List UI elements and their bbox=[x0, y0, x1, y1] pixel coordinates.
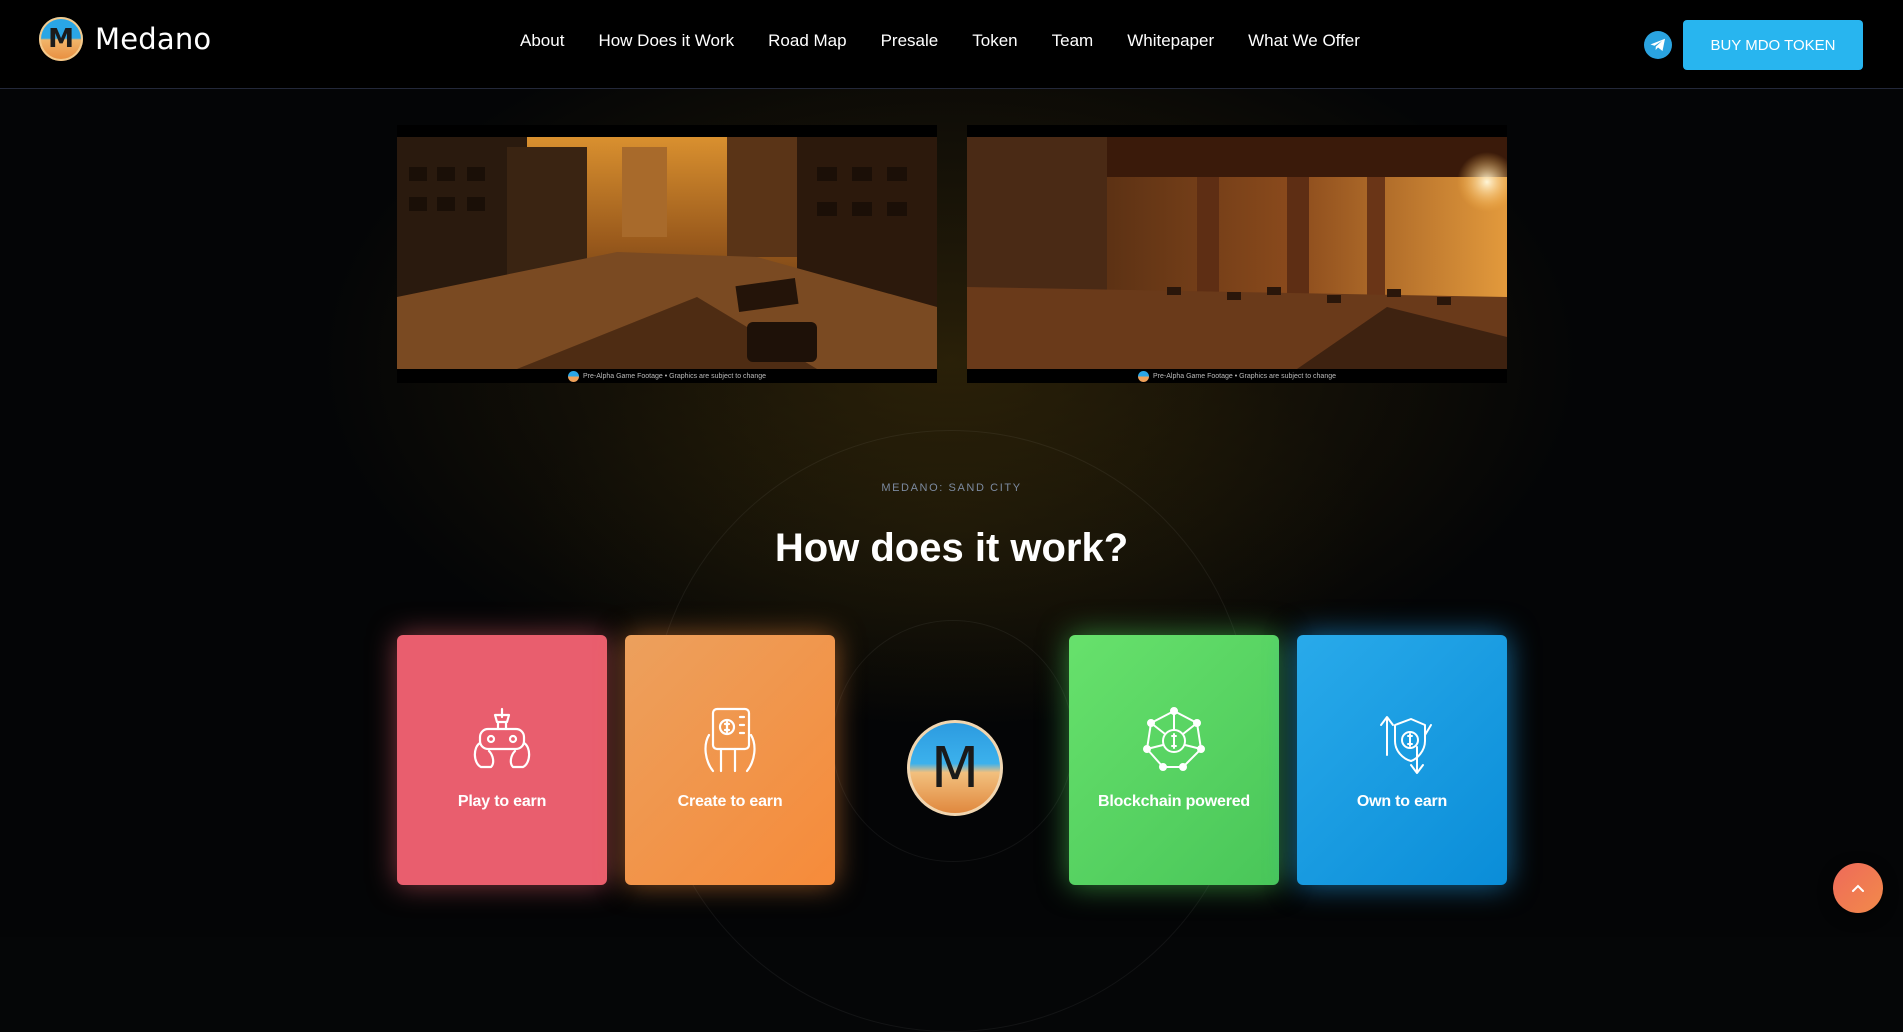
card-own-to-earn[interactable]: Own to earn bbox=[1297, 635, 1507, 885]
card-play-to-earn[interactable]: Play to earn bbox=[397, 635, 607, 885]
nav-about[interactable]: About bbox=[520, 31, 564, 51]
medano-logo: M bbox=[39, 17, 83, 61]
telegram-icon[interactable] bbox=[1644, 31, 1672, 59]
card-blockchain-powered[interactable]: Blockchain powered bbox=[1069, 635, 1279, 885]
card-label: Own to earn bbox=[1356, 793, 1448, 810]
nav-what-we-offer[interactable]: What We Offer bbox=[1248, 31, 1360, 51]
nav-how-does-it-work[interactable]: How Does it Work bbox=[598, 31, 734, 51]
game-controller-icon bbox=[473, 707, 531, 769]
nav-road-map[interactable]: Road Map bbox=[768, 31, 846, 51]
card-label: Play to earn bbox=[457, 793, 547, 810]
nav-presale[interactable]: Presale bbox=[881, 31, 939, 51]
main-nav: About How Does it Work Road Map Presale … bbox=[520, 31, 1394, 51]
game-screenshot-street: Pre-Alpha Game Footage • Graphics are su… bbox=[397, 125, 937, 383]
street-scene-image bbox=[397, 137, 937, 369]
screenshot-caption: Pre-Alpha Game Footage • Graphics are su… bbox=[967, 369, 1507, 383]
blockchain-network-icon bbox=[1143, 707, 1205, 771]
nav-whitepaper[interactable]: Whitepaper bbox=[1127, 31, 1214, 51]
section-eyebrow: MEDANO: SAND CITY bbox=[881, 482, 1022, 494]
medano-mini-logo-icon bbox=[1138, 370, 1149, 382]
nav-team[interactable]: Team bbox=[1052, 31, 1094, 51]
buy-mdo-token-button[interactable]: BUY MDO TOKEN bbox=[1683, 20, 1863, 70]
medano-mini-logo-icon bbox=[568, 370, 579, 382]
chevron-up-icon bbox=[1852, 884, 1864, 892]
telegram-plane-glyph bbox=[1650, 38, 1665, 51]
shield-transfer-icon bbox=[1380, 716, 1432, 774]
game-screenshot-parking: Pre-Alpha Game Footage • Graphics are su… bbox=[967, 125, 1507, 383]
site-header: M Medano About How Does it Work Road Map… bbox=[0, 0, 1903, 89]
brand-name: Medano bbox=[95, 22, 212, 56]
brand[interactable]: M Medano bbox=[39, 17, 211, 61]
card-label: Create to earn bbox=[677, 793, 783, 810]
section-title: How does it work? bbox=[774, 526, 1129, 570]
medano-center-logo: M bbox=[907, 720, 1003, 816]
card-label: Blockchain powered bbox=[1098, 793, 1250, 810]
nav-token[interactable]: Token bbox=[972, 31, 1017, 51]
tablet-touch-icon bbox=[704, 707, 756, 773]
parking-scene-image bbox=[967, 137, 1507, 369]
screenshot-caption: Pre-Alpha Game Footage • Graphics are su… bbox=[397, 369, 937, 383]
scroll-to-top-button[interactable] bbox=[1833, 863, 1883, 913]
card-create-to-earn[interactable]: Create to earn bbox=[625, 635, 835, 885]
